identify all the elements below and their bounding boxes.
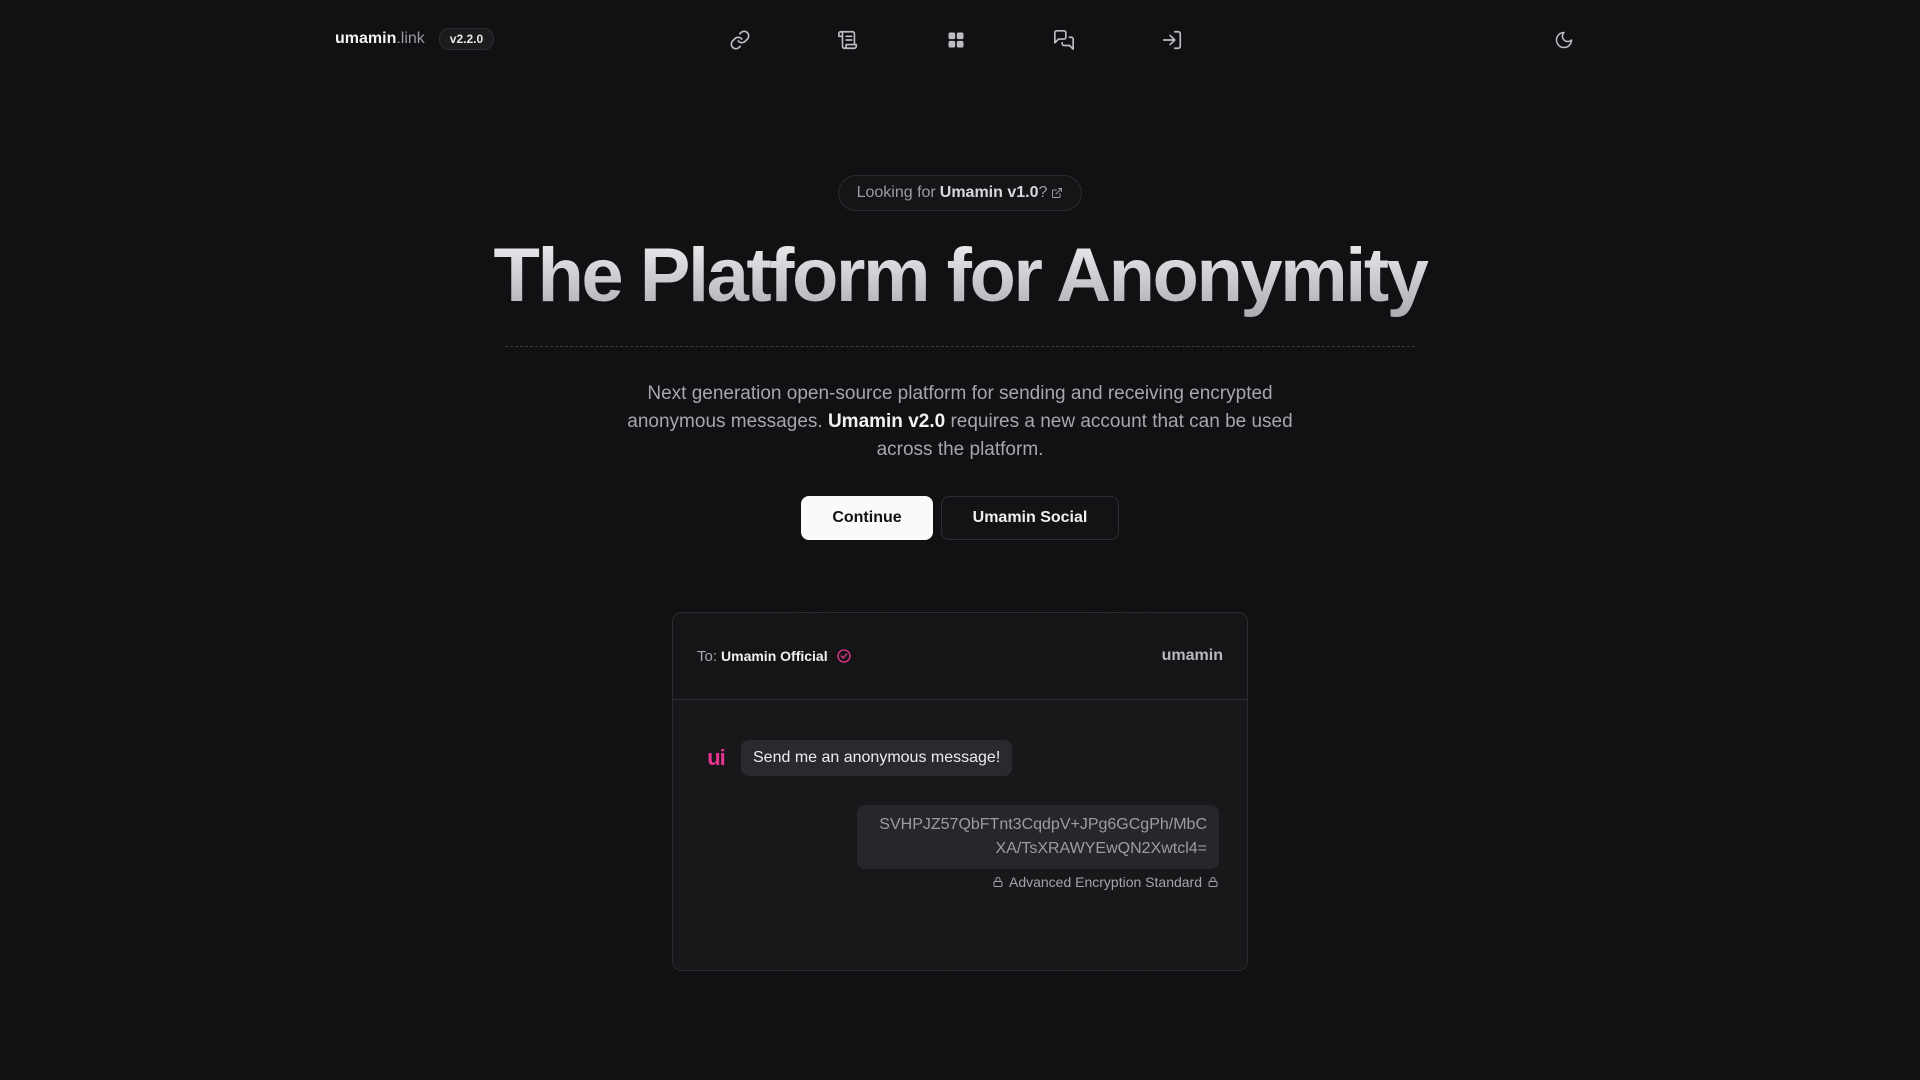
continue-button[interactable]: Continue [801,496,933,540]
moon-icon[interactable] [1548,24,1580,56]
incoming-message-row: ui Send me an anonymous message! [701,740,1219,776]
chat-header: To: Umamin Official umamin [673,613,1247,700]
hero-title: The Platform for Anonymity [0,232,1920,319]
lock-icon [992,876,1004,888]
top-navbar: umamin.link v2.2.0 [0,0,1920,80]
chat-preview-card: To: Umamin Official umamin ui Send me an… [672,612,1248,971]
recipient-name: Umamin Official [721,648,828,664]
brand-tld: .link [396,30,425,47]
umamin-avatar: ui [707,745,726,770]
brand-logo[interactable]: umamin.link v2.2.0 [335,28,495,50]
lock-icon [1207,876,1219,888]
scroll-icon[interactable] [832,24,864,56]
announce-prefix: Looking for [856,184,936,201]
encryption-label: Advanced Encryption Standard [1008,874,1202,890]
incoming-message-bubble: Send me an anonymous message! [741,740,1013,776]
brand-name: umamin [335,30,397,47]
grid-icon[interactable] [940,24,972,56]
external-link-icon [1051,187,1063,199]
chat-body: ui Send me an anonymous message! SVHPJZ5… [673,700,1247,890]
encrypted-message-bubble: SVHPJZ57QbFTnt3CqdpV+JPg6GCgPh/MbCXA/TsX… [857,805,1219,869]
encryption-note: Advanced Encryption Standard [992,874,1219,890]
hero-description: Next generation open-source platform for… [620,380,1300,464]
chat-brand: umamin [1161,647,1223,664]
umamin-social-button[interactable]: Umamin Social [941,496,1119,540]
to-label: To: [697,647,718,665]
announce-link-text: Umamin v1.0 [939,184,1039,201]
v1-announcement-link[interactable]: Looking for Umamin v1.0? [838,175,1082,211]
hero-actions: Continue Umamin Social [801,496,1119,540]
version-badge: v2.2.0 [438,28,495,50]
verified-badge-icon [836,648,852,664]
hero-divider [505,346,1415,347]
recipient-line: To: Umamin Official [697,648,852,665]
nav-icon-bar [724,24,1188,56]
login-icon[interactable] [1156,24,1188,56]
messages-icon[interactable] [1048,24,1080,56]
link-icon[interactable] [724,24,756,56]
hero-desc-version: Umamin v2.0 [827,411,946,432]
announce-suffix: ? [1038,184,1048,201]
